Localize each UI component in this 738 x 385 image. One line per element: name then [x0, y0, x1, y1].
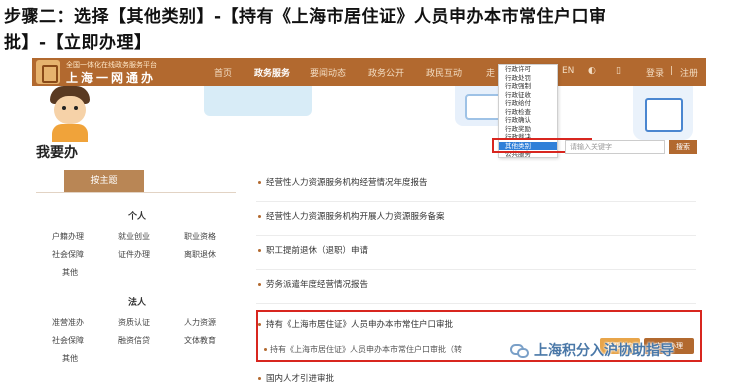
nav-separator: | [670, 66, 674, 76]
site-logo[interactable]: 全国一体化在线政务服务平台 上海一网通办 [36, 60, 186, 85]
dropdown-item-levy[interactable]: 行政征收 [499, 91, 557, 100]
logo-title: 上海一网通办 [66, 71, 157, 85]
banner [32, 86, 706, 142]
category-link[interactable]: 其他 [62, 267, 78, 278]
nav-home[interactable]: 首页 [214, 66, 232, 79]
banner-document-icon [633, 86, 693, 140]
top-nav-bar: 全国一体化在线政务服务平台 上海一网通办 首页 政务服务 要闻动态 政务公开 政… [32, 58, 706, 86]
register-link[interactable]: 注册 [680, 66, 698, 79]
dropdown-item-penalty[interactable]: 行政处罚 [499, 74, 557, 83]
dropdown-item-enforcement[interactable]: 行政强制 [499, 82, 557, 91]
list-item[interactable]: 职工提前退休（退职）申请 [256, 236, 696, 270]
dropdown-item-license[interactable]: 行政许可 [499, 65, 557, 74]
category-panel: 个人 户籍办理 就业创业 职业资格 社会保障 证件办理 离职退休 其他 法人 准… [36, 192, 236, 385]
category-link[interactable]: 证件办理 [118, 249, 150, 260]
list-item-title: 劳务派遣年度经营情况报告 [266, 280, 369, 290]
personal-heading: 个人 [128, 212, 147, 222]
instruction-line-2: 批】-【立即办理】 [4, 33, 152, 53]
category-link[interactable]: 户籍办理 [52, 231, 84, 242]
watermark-text: 上海积分入沪协助指导 [534, 343, 674, 359]
mobile-icon[interactable]: ▯ [616, 66, 621, 76]
category-link[interactable]: 社会保障 [52, 249, 84, 260]
accessibility-icon[interactable]: ◐ [588, 66, 596, 76]
list-item[interactable]: 经营性人力资源服务机构经营情况年度报告 [256, 168, 696, 202]
category-link[interactable]: 资质认证 [118, 317, 150, 328]
dropdown-item-confirmation[interactable]: 行政确认 [499, 116, 557, 125]
category-link[interactable]: 职业资格 [184, 231, 216, 242]
list-item[interactable]: 经营性人力资源服务机构开展人力资源服务备案 [256, 202, 696, 236]
watermark: 上海积分入沪协助指导 [510, 340, 738, 364]
list-item-title: 经营性人力资源服务机构经营情况年度报告 [266, 178, 428, 188]
dropdown-item-payment[interactable]: 行政给付 [499, 99, 557, 108]
login-link[interactable]: 登录 [646, 66, 664, 79]
tab-by-theme[interactable]: 按主题 [64, 170, 144, 192]
dropdown-item-award[interactable]: 行政奖励 [499, 125, 557, 134]
list-item[interactable]: 劳务派遣年度经营情况报告 [256, 270, 696, 304]
dropdown-item-inspection[interactable]: 行政检查 [499, 108, 557, 117]
nav-government-services[interactable]: 政务服务 [254, 66, 290, 79]
sub-item-residence-permit[interactable]: 持有《上海市居住证》人员申办本市常住户口审批（转 [270, 344, 462, 355]
category-link[interactable]: 文体教育 [184, 335, 216, 346]
category-link[interactable]: 就业创业 [118, 231, 150, 242]
nav-public-affairs[interactable]: 政务公开 [368, 66, 404, 79]
nav-news[interactable]: 要闻动态 [310, 66, 346, 79]
list-item[interactable]: 国内人才引进审批 [256, 364, 696, 385]
instruction-heading: 步骤二：选择【其他类别】-【持有《上海市居住证》人员申办本市常住户口审 批】-【… [4, 4, 734, 56]
nav-interaction[interactable]: 政民互动 [426, 66, 462, 79]
portal-screenshot: 全国一体化在线政务服务平台 上海一网通办 首页 政务服务 要闻动态 政务公开 政… [32, 58, 706, 385]
nav-more[interactable]: 走 [486, 66, 495, 79]
page-title: 我要办 [36, 145, 78, 161]
instruction-line-1: 步骤二：选择【其他类别】-【持有《上海市居住证》人员申办本市常住户口审 [4, 7, 607, 27]
banner-illustration [204, 86, 312, 116]
list-item-title: 国内人才引进审批 [266, 374, 335, 384]
search-button[interactable]: 搜索 [669, 140, 697, 154]
category-link[interactable]: 人力资源 [184, 317, 216, 328]
category-link[interactable]: 准营准办 [52, 317, 84, 328]
category-link[interactable]: 社会保障 [52, 335, 84, 346]
list-item-title: 职工提前退休（退职）申请 [266, 246, 369, 256]
category-link[interactable]: 融资信贷 [118, 335, 150, 346]
wechat-icon [510, 342, 530, 360]
category-link[interactable]: 其他 [62, 353, 78, 364]
logo-mark-icon [36, 60, 60, 84]
cartoon-mascot-icon [44, 86, 94, 142]
nav-english[interactable]: EN [562, 66, 574, 76]
list-item-title: 经营性人力资源服务机构开展人力资源服务备案 [266, 212, 445, 222]
search-input[interactable]: 请输入关键字 [565, 140, 665, 154]
category-link[interactable]: 离职退休 [184, 249, 216, 260]
corporate-heading: 法人 [128, 298, 147, 308]
